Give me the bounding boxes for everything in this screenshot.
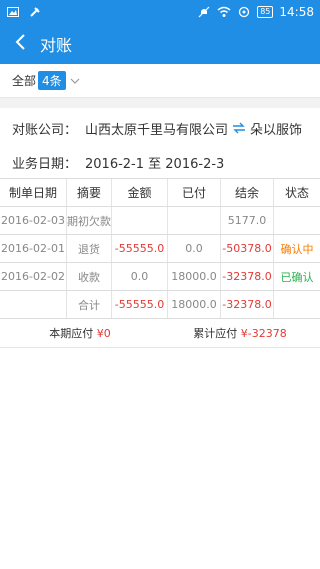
cell-total-label: 合计 (67, 291, 112, 318)
exchange-icon (232, 122, 246, 134)
cell-status: 确认中 (280, 242, 314, 256)
table-total-row: 合计 -55555.0 18000.0 -32378.0 (0, 291, 320, 319)
date-row: 业务日期： 2016-2-1 至 2016-2-3 (0, 144, 320, 180)
cell-status (274, 207, 320, 234)
table-row[interactable]: 2016-02-02 收款 0.0 18000.0 -32378.0 已确认 (0, 263, 320, 291)
company-row: 对账公司： 山西太原千里马有限公司 朵以服饰 (0, 110, 320, 146)
header-date: 制单日期 (0, 179, 67, 206)
cell-date: 2016-02-03 (0, 207, 67, 234)
company-label: 对账公司： (12, 122, 78, 138)
filter-label: 全部 (12, 74, 37, 88)
wifi-icon (217, 5, 231, 19)
cumulative-payable: 累计应付 ¥-32378 (160, 325, 320, 341)
cumulative-payable-label: 累计应付 (193, 326, 238, 340)
date-range: 2016-2-1 至 2016-2-3 (85, 156, 225, 172)
table-row[interactable]: 2016-02-03 期初欠款 5177.0 (0, 207, 320, 235)
ledger-table: 制单日期 摘要 金额 已付 结余 状态 2016-02-03 期初欠款 5177… (0, 178, 320, 319)
back-button[interactable] (0, 24, 40, 64)
cell-summary: 退货 (67, 235, 112, 262)
cell-date: 2016-02-01 (0, 235, 67, 262)
count-badge: 4条 (38, 71, 66, 90)
cell-empty (0, 291, 67, 318)
section-divider (0, 98, 320, 108)
filter-dropdown[interactable]: 全部 4条 (0, 64, 320, 98)
cell-total-balance: -32378.0 (221, 291, 274, 318)
cell-balance: 5177.0 (221, 207, 274, 234)
cell-empty (274, 291, 320, 318)
cell-paid: 18000.0 (168, 263, 221, 290)
cell-amount: -55555.0 (112, 235, 168, 262)
table-row[interactable]: 2016-02-01 退货 -55555.0 0.0 -50378.0 确认中 (0, 235, 320, 263)
cell-balance: -32378.0 (221, 263, 274, 290)
totals-bar: 本期应付 ¥0 累计应付 ¥-32378 (0, 318, 320, 348)
cell-amount (112, 207, 168, 234)
cell-summary: 期初欠款 (67, 207, 112, 234)
clock: 14:58 (279, 5, 314, 19)
table-header: 制单日期 摘要 金额 已付 结余 状态 (0, 179, 320, 207)
period-payable-value: ¥0 (96, 326, 111, 340)
cell-balance: -50378.0 (221, 235, 274, 262)
header-balance: 结余 (221, 179, 274, 206)
cell-total-paid: 18000.0 (168, 291, 221, 318)
header-status: 状态 (284, 186, 309, 200)
cell-date: 2016-02-02 (0, 263, 67, 290)
header-paid: 已付 (168, 179, 221, 206)
date-label: 业务日期： (12, 156, 78, 172)
cell-status: 已确认 (280, 270, 314, 284)
cell-summary: 收款 (67, 263, 112, 290)
header-amount: 金额 (112, 179, 168, 206)
cell-total-amount: -55555.0 (112, 291, 168, 318)
cell-paid: 0.0 (168, 235, 221, 262)
status-bar: 85 14:58 (0, 0, 320, 24)
chevron-left-icon (14, 33, 26, 55)
period-payable: 本期应付 ¥0 (0, 325, 160, 341)
chevron-down-icon (70, 78, 80, 84)
cumulative-payable-value: ¥-32378 (240, 326, 287, 340)
battery-icon: 85 (257, 6, 274, 18)
company-from: 山西太原千里马有限公司 (85, 122, 229, 138)
page-title: 对账 (40, 36, 73, 55)
data-saver-icon (237, 5, 251, 19)
cell-paid (168, 207, 221, 234)
image-icon (6, 5, 20, 19)
period-payable-label: 本期应付 (49, 326, 94, 340)
cell-amount: 0.0 (112, 263, 168, 290)
company-to: 朵以服饰 (250, 122, 303, 138)
mute-icon (197, 5, 211, 19)
header-summary: 摘要 (67, 179, 112, 206)
app-bar: 对账 (0, 24, 320, 64)
tools-icon (28, 5, 42, 19)
